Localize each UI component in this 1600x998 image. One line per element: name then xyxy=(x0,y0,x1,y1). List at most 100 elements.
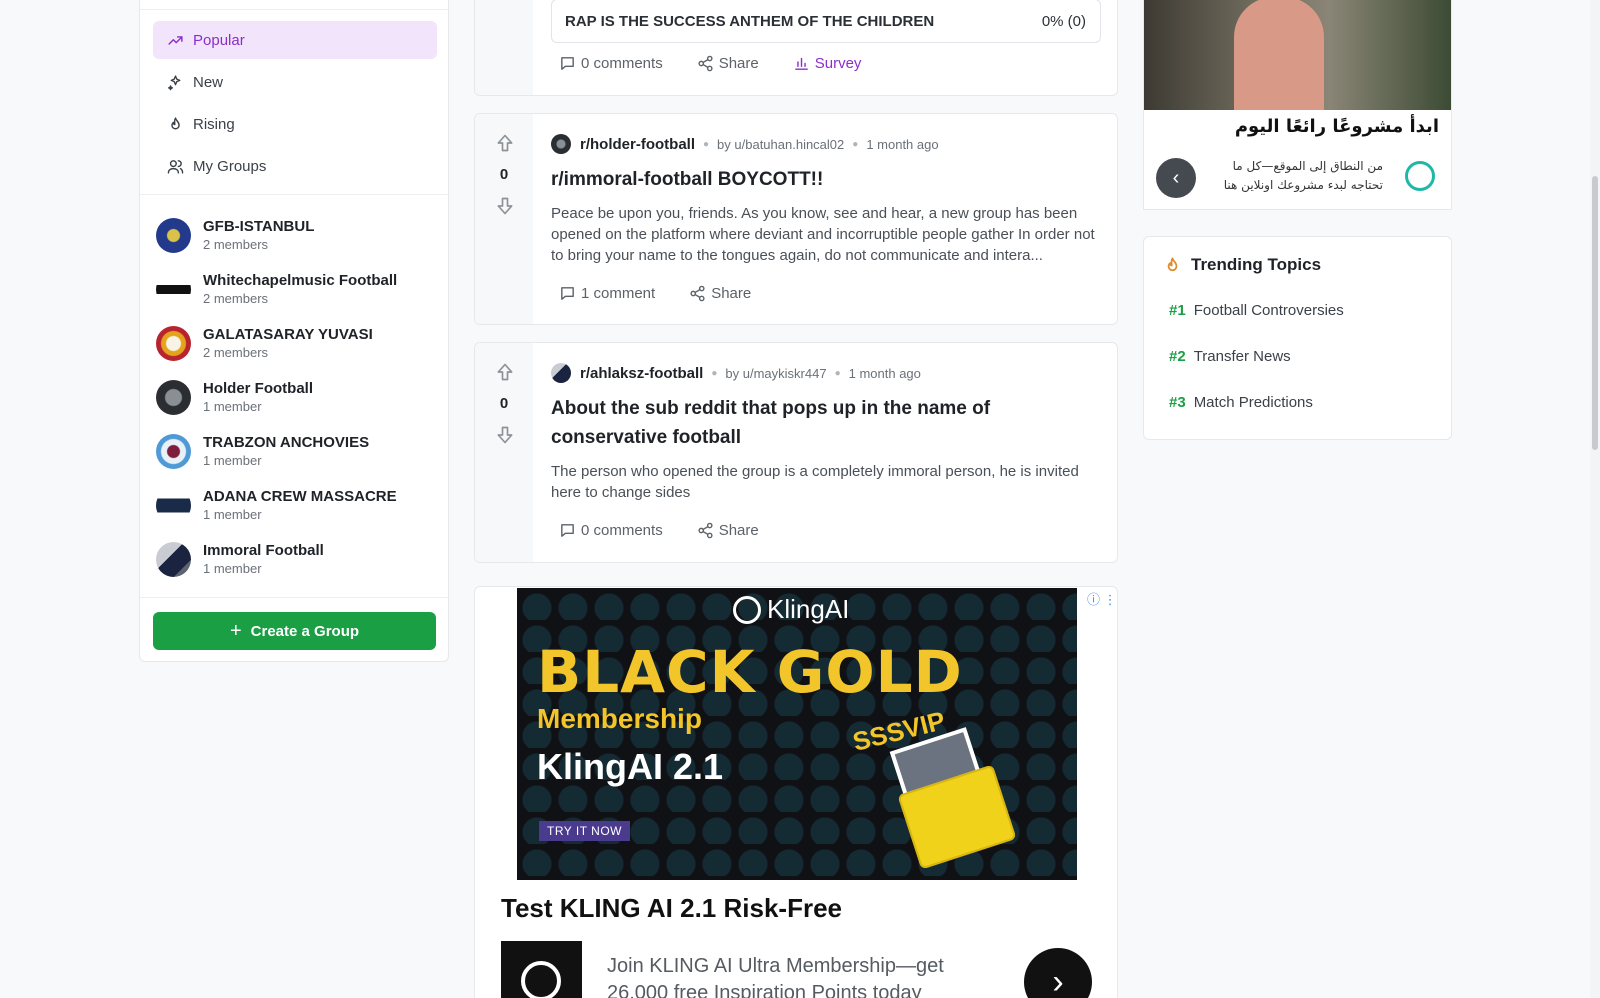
post-author[interactable]: by u/batuhan.hincal02 xyxy=(717,137,844,152)
divider xyxy=(140,194,448,195)
group-avatar xyxy=(156,325,191,361)
share-icon xyxy=(690,285,705,302)
create-group-button[interactable]: + Create a Group xyxy=(153,612,436,650)
post-body: The person who opened the group is a com… xyxy=(551,463,1079,501)
group-name: Holder Football xyxy=(203,379,313,397)
share-button[interactable]: Share xyxy=(689,285,751,302)
comments-count: 1 comment xyxy=(581,285,656,302)
topic-label: Match Predictions xyxy=(1193,394,1313,411)
ad-title[interactable]: Test KLING AI 2.1 Risk-Free xyxy=(501,893,842,924)
users-icon xyxy=(167,159,184,174)
survey-label: Survey xyxy=(814,55,862,72)
kling-logo-icon xyxy=(733,595,761,624)
kling-logo-icon xyxy=(521,961,561,998)
subreddit-link[interactable]: r/holder-football xyxy=(580,136,695,153)
group-members: 2 members xyxy=(203,236,269,252)
nav-rising[interactable]: Rising xyxy=(153,105,437,143)
flame-icon xyxy=(1167,257,1178,271)
scrollbar[interactable] xyxy=(1590,0,1600,998)
upvote-icon[interactable] xyxy=(495,361,515,383)
nav-label: My Groups xyxy=(193,157,267,175)
group-members: 2 members xyxy=(203,344,269,360)
survey-button[interactable]: Survey xyxy=(793,55,862,72)
group-avatar xyxy=(156,217,191,253)
post-title[interactable]: About the sub reddit that pops up in the… xyxy=(551,394,1101,452)
post-meta: r/holder-football ● by u/batuhan.hincal0… xyxy=(551,134,939,154)
group-name: TRABZON ANCHOVIES xyxy=(203,433,370,451)
divider xyxy=(140,9,448,10)
trending-topic[interactable]: #3 Match Predictions xyxy=(1169,394,1313,411)
share-button[interactable]: Share xyxy=(697,522,759,539)
ad-try-button[interactable]: TRY IT NOW xyxy=(539,821,631,841)
poll-option[interactable]: RAP IS THE SUCCESS ANTHEM OF THE CHILDRE… xyxy=(551,0,1101,43)
sidebar: Popular New Rising My Groups GFB-ISTANBU… xyxy=(139,0,449,662)
trending-topics-card: Trending Topics #1 Football Controversie… xyxy=(1143,236,1452,440)
group-item[interactable]: ADANA CREW MASSACRE 1 member xyxy=(156,481,436,529)
group-item[interactable]: Holder Football 1 member xyxy=(156,373,436,421)
trending-topic[interactable]: #2 Transfer News xyxy=(1169,348,1291,365)
post-time: 1 month ago xyxy=(866,136,939,152)
scrollbar-thumb[interactable] xyxy=(1592,176,1598,450)
separator-dot: ● xyxy=(703,138,710,150)
share-button[interactable]: Share xyxy=(697,55,759,72)
comments-button[interactable]: 0 comments xyxy=(559,55,663,72)
comments-button[interactable]: 0 comments xyxy=(559,522,663,539)
post-actions: 0 comments Share Survey xyxy=(559,55,895,72)
plus-icon: + xyxy=(229,620,242,642)
nav-popular[interactable]: Popular xyxy=(153,21,437,59)
trending-topic[interactable]: #1 Football Controversies xyxy=(1169,302,1344,319)
subreddit-avatar xyxy=(551,363,571,383)
group-members: 2 members xyxy=(203,290,269,306)
nav-label: Rising xyxy=(193,115,235,133)
upvote-icon[interactable] xyxy=(495,132,515,154)
vote-column: 0 xyxy=(475,114,533,324)
divider xyxy=(140,597,448,598)
subreddit-link[interactable]: r/ahlaksz-football xyxy=(580,365,703,382)
group-name: GFB-ISTANBUL xyxy=(203,217,315,235)
nav-new[interactable]: New xyxy=(153,63,437,101)
sparkles-icon xyxy=(167,74,181,90)
nav-label: New xyxy=(193,73,224,91)
post-card: RAP IS THE SUCCESS ANTHEM OF THE CHILDRE… xyxy=(474,0,1118,96)
post-time: 1 month ago xyxy=(848,365,921,381)
ad-description: Join KLING AI Ultra Membership—get 26,00… xyxy=(607,955,944,998)
nav-my-groups[interactable]: My Groups xyxy=(153,147,437,185)
group-item[interactable]: GALATASARAY YUVASI 2 members xyxy=(156,319,436,367)
topic-label: Transfer News xyxy=(1193,348,1291,365)
ad-product: KlingAI 2.1 xyxy=(537,746,724,787)
topic-label: Football Controversies xyxy=(1193,302,1344,319)
sidebar-ad[interactable]: ابدأ مشروعًا رائعًا اليوم من النطاق إلى … xyxy=(1143,0,1452,210)
group-avatar xyxy=(156,541,191,577)
comment-icon xyxy=(561,287,574,300)
subreddit-avatar xyxy=(551,134,571,154)
chevron-right-icon[interactable]: › xyxy=(1024,948,1092,998)
group-item[interactable]: GFB-ISTANBUL 2 members xyxy=(156,211,436,259)
poll-option-label: RAP IS THE SUCCESS ANTHEM OF THE CHILDRE… xyxy=(565,12,935,30)
topic-rank: #3 xyxy=(1169,394,1186,411)
ad-banner[interactable]: KlingAI BLACK GOLD Membership KlingAI 2.… xyxy=(517,588,1077,880)
group-item[interactable]: Immoral Football 1 member xyxy=(156,535,436,583)
trending-icon xyxy=(168,35,183,45)
group-item[interactable]: TRABZON ANCHOVIES 1 member xyxy=(156,427,436,475)
ad-card[interactable]: KlingAI BLACK GOLD Membership KlingAI 2.… xyxy=(474,586,1118,998)
post-card: 0 r/holder-football ● by u/batuhan.hinca… xyxy=(474,113,1118,325)
share-label: Share xyxy=(718,522,759,539)
ad-desc-line: من النطاق إلى الموقع—كل ما xyxy=(1232,159,1383,173)
group-item[interactable]: Whitechapelmusic Football 2 members xyxy=(156,265,436,313)
poll-result: 0% (0) xyxy=(1041,12,1086,30)
group-members: 1 member xyxy=(203,506,262,522)
group-members: 1 member xyxy=(203,560,262,576)
chevron-left-icon[interactable]: ‹ xyxy=(1156,158,1196,198)
post-title[interactable]: r/immoral-football BOYCOTT!! xyxy=(551,165,1101,194)
downvote-icon[interactable] xyxy=(495,424,515,446)
comments-button[interactable]: 1 comment xyxy=(559,285,655,302)
share-label: Share xyxy=(718,55,759,72)
post-author[interactable]: by u/maykiskr447 xyxy=(725,366,826,381)
ad-subheadline: Membership xyxy=(537,703,702,734)
downvote-icon[interactable] xyxy=(495,195,515,217)
group-name: ADANA CREW MASSACRE xyxy=(203,487,397,505)
ad-info-icon[interactable]: ⓘ ⋮ xyxy=(1087,589,1117,608)
bar-chart-icon xyxy=(794,57,808,70)
share-icon xyxy=(698,55,713,72)
comment-icon xyxy=(561,57,574,70)
